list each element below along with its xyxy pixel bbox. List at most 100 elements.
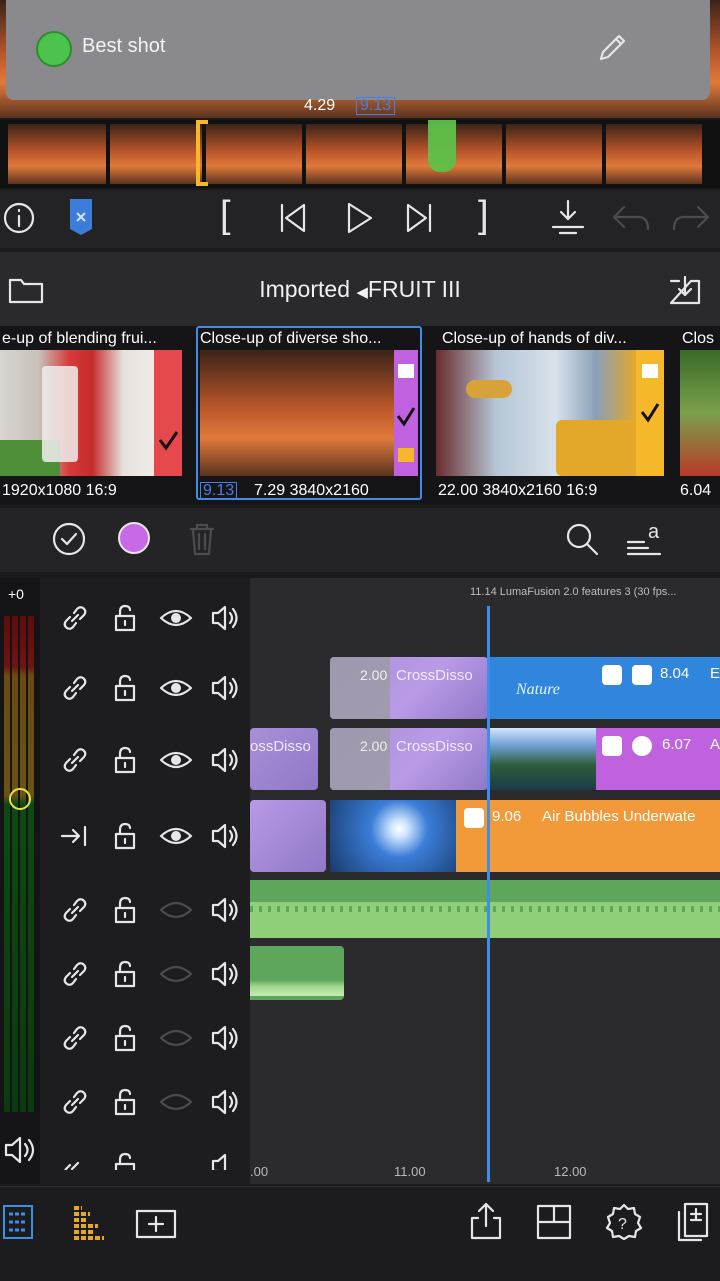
transition-clip[interactable]: 2.00 CrossDisso <box>330 728 488 790</box>
filmstrip-playhead[interactable] <box>428 120 456 172</box>
eye-icon[interactable] <box>156 600 196 636</box>
play-icon[interactable] <box>338 198 380 238</box>
transition-clip-left[interactable]: ossDisso <box>250 728 318 790</box>
unlock-icon[interactable] <box>108 1020 142 1056</box>
track-header-row-partial <box>40 1144 250 1170</box>
layout-icon[interactable] <box>532 1200 576 1244</box>
eye-icon[interactable] <box>156 742 196 778</box>
library-clip[interactable]: Close-up of hands of div... 22.00 3840x2… <box>436 328 668 502</box>
lock-icon[interactable] <box>108 1148 142 1170</box>
clip-thumbnail <box>436 350 636 476</box>
sort-text-icon[interactable]: a <box>622 516 666 560</box>
audio-clip[interactable] <box>250 880 720 938</box>
audio-clip[interactable] <box>250 946 344 1000</box>
undo-icon[interactable] <box>606 198 654 238</box>
add-title-icon[interactable] <box>132 1204 180 1244</box>
speaker-icon[interactable] <box>208 1020 242 1056</box>
video-clip-lake[interactable]: 6.07 A <box>490 728 720 790</box>
library-breadcrumb[interactable]: Imported ◀FRUIT III <box>0 276 720 303</box>
unlock-icon[interactable] <box>108 892 142 928</box>
speaker-icon[interactable] <box>208 670 242 706</box>
clip-title: Air Bubbles Underwate <box>542 808 696 825</box>
clip-info: 6.04 <box>680 482 712 499</box>
timeline-icon[interactable] <box>68 1200 108 1244</box>
speaker-icon[interactable] <box>0 1130 38 1170</box>
link-icon[interactable] <box>58 742 92 778</box>
color-filter-dot[interactable] <box>118 522 150 554</box>
title-clip-nature[interactable]: Nature 8.04 E <box>488 657 720 719</box>
link-icon[interactable] <box>58 600 92 636</box>
lock-icon[interactable] <box>108 600 142 636</box>
search-icon[interactable] <box>560 518 604 560</box>
unlock-icon[interactable] <box>108 670 142 706</box>
lock-icon[interactable] <box>108 1084 142 1120</box>
clip-info: 7.29 3840x2160 <box>254 482 369 499</box>
unlock-icon[interactable] <box>108 742 142 778</box>
track-header-row <box>40 666 250 710</box>
audio-level-meter[interactable] <box>4 616 34 1112</box>
transition-clip-left[interactable] <box>250 800 326 872</box>
video-clip-underwater[interactable] <box>330 800 456 872</box>
clip-color-tag <box>636 350 664 476</box>
pencil-icon[interactable] <box>590 28 634 68</box>
mark-out-button[interactable]: ] <box>478 194 489 237</box>
checkmark-filter-icon[interactable] <box>48 518 90 560</box>
link-icon[interactable] <box>58 1020 92 1056</box>
import-icon[interactable] <box>662 270 708 310</box>
note-bar[interactable]: Best shot <box>6 0 710 100</box>
clip-title: CrossDisso <box>396 667 473 684</box>
mark-in-button[interactable]: [ <box>220 194 231 237</box>
track-header-row <box>40 952 250 996</box>
eye-icon[interactable] <box>156 670 196 706</box>
eye-icon-dim[interactable] <box>156 956 196 992</box>
info-icon[interactable] <box>0 198 38 238</box>
insert-down-icon[interactable] <box>546 196 590 238</box>
project-label: 11.14 LumaFusion 2.0 features 3 (30 fps.… <box>470 586 677 598</box>
speaker-icon[interactable] <box>208 600 242 636</box>
track-header-row <box>40 814 250 858</box>
speaker-icon[interactable] <box>208 742 242 778</box>
link-icon[interactable] <box>58 1084 92 1120</box>
video-clip-bubbles[interactable]: 9.06 Air Bubbles Underwate <box>456 800 720 872</box>
link-icon[interactable] <box>58 1148 92 1170</box>
tracks-list-icon[interactable] <box>0 1200 36 1244</box>
track-header-row <box>40 596 250 640</box>
redo-icon[interactable] <box>668 198 716 238</box>
unlock-icon[interactable] <box>108 956 142 992</box>
transition-clip[interactable]: 2.00 CrossDisso <box>330 657 488 719</box>
clip-title: Nature <box>516 681 560 698</box>
speaker-icon[interactable] <box>208 956 242 992</box>
link-icon[interactable] <box>58 956 92 992</box>
time-ruler[interactable]: .00 11.00 12.00 <box>250 1158 720 1184</box>
library-clip[interactable]: e-up of blending frui... 1920x1080 16:9 <box>0 328 190 502</box>
speaker-icon[interactable] <box>208 1148 242 1170</box>
next-frame-icon[interactable] <box>398 198 440 238</box>
settings-icon[interactable]: ? <box>602 1200 646 1244</box>
eye-icon[interactable] <box>156 818 196 854</box>
library-clip-selected[interactable]: Close-up of diverse sho... 9.13 7.29 384… <box>196 326 422 500</box>
unlock-icon[interactable] <box>108 818 142 854</box>
share-icon[interactable] <box>464 1198 508 1244</box>
in-point-bracket[interactable] <box>196 120 208 186</box>
arrow-into-icon[interactable] <box>58 818 92 854</box>
meter-level-label: +0 <box>8 586 24 602</box>
speaker-icon[interactable] <box>208 818 242 854</box>
clip-thumbnail <box>680 350 720 476</box>
filmstrip[interactable] <box>0 120 720 188</box>
eye-icon-dim[interactable] <box>156 1084 196 1120</box>
trash-icon[interactable] <box>184 518 220 560</box>
ruler-tick: 11.00 <box>394 1164 426 1179</box>
meter-knob[interactable] <box>9 788 31 810</box>
library-clip[interactable]: Clos 6.04 <box>678 328 720 502</box>
timeline-playhead[interactable] <box>487 606 490 1182</box>
link-icon[interactable] <box>58 892 92 928</box>
marker-flag-icon[interactable] <box>66 196 96 238</box>
eye-icon-dim[interactable] <box>156 892 196 928</box>
eye-icon-dim[interactable] <box>156 1020 196 1056</box>
export-frame-icon[interactable] <box>672 1198 716 1244</box>
clip-title: e-up of blending frui... <box>2 330 157 347</box>
speaker-icon[interactable] <box>208 1084 242 1120</box>
link-icon[interactable] <box>58 670 92 706</box>
previous-frame-icon[interactable] <box>272 198 314 238</box>
speaker-icon[interactable] <box>208 892 242 928</box>
